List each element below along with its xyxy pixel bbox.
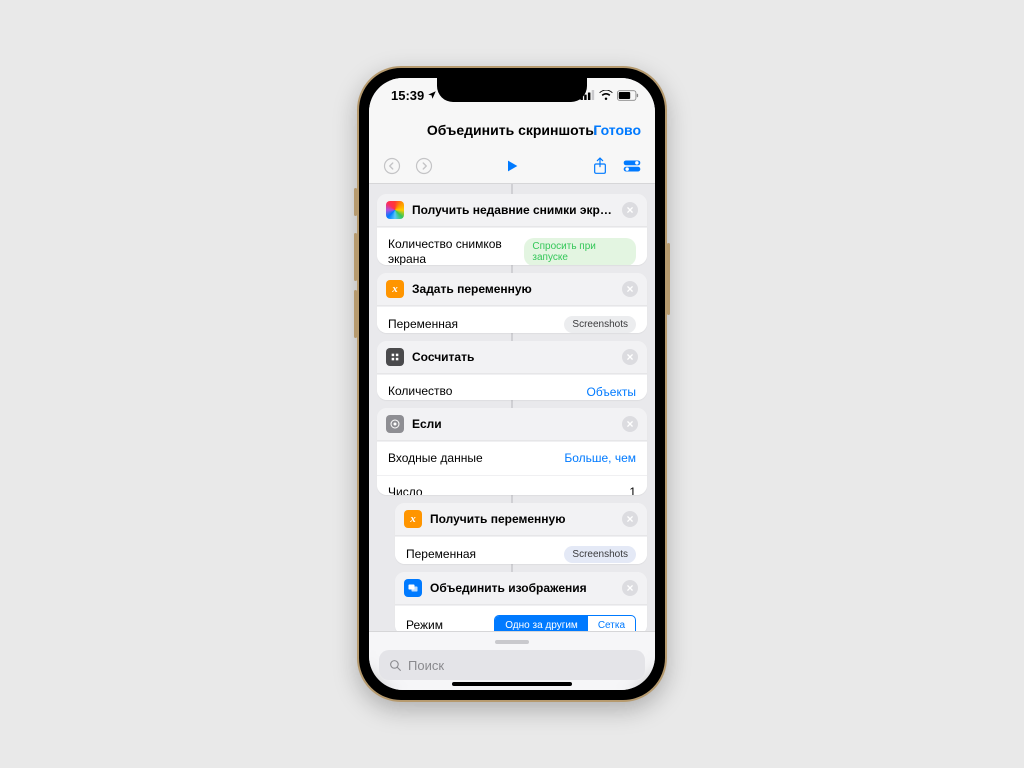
param-value[interactable]: Больше, чем xyxy=(564,451,636,465)
delete-action-button[interactable]: × xyxy=(622,281,638,297)
run-button[interactable] xyxy=(503,157,521,175)
search-field[interactable]: Поиск xyxy=(379,650,645,680)
volume-down-button xyxy=(354,290,357,338)
delete-action-button[interactable]: × xyxy=(622,349,638,365)
segment-option-sequential[interactable]: Одно за другим xyxy=(495,616,588,632)
action-set-variable[interactable]: x Задать переменную × Переменная Screens… xyxy=(377,273,647,333)
workflow-content[interactable]: Получить недавние снимки экрана × Количе… xyxy=(369,184,655,631)
status-icons xyxy=(580,90,639,101)
status-time: 15:39 xyxy=(391,88,437,103)
phone-frame: 15:39 Объединить скриншоты Готово xyxy=(357,66,667,702)
clock: 15:39 xyxy=(391,88,424,103)
search-placeholder: Поиск xyxy=(408,658,444,673)
delete-action-button[interactable]: × xyxy=(622,202,638,218)
param-value[interactable]: Объекты xyxy=(587,385,637,399)
variable-icon: x xyxy=(386,280,404,298)
delete-action-button[interactable]: × xyxy=(622,416,638,432)
action-title: Объединить изображения xyxy=(430,581,614,595)
combine-images-icon xyxy=(404,579,422,597)
action-title: Получить переменную xyxy=(430,512,614,526)
toolbar xyxy=(369,148,655,184)
home-indicator[interactable] xyxy=(452,682,572,686)
variable-value-pill[interactable]: Screenshots xyxy=(564,316,636,333)
location-icon xyxy=(427,90,437,100)
action-title: Задать переменную xyxy=(412,282,614,296)
param-label: Количество снимков экрана xyxy=(388,237,524,265)
ask-on-run-pill[interactable]: Спросить при запуске xyxy=(524,238,636,265)
undo-button[interactable] xyxy=(383,157,401,175)
share-button[interactable] xyxy=(591,157,609,175)
action-get-variable[interactable]: x Получить переменную × Переменная Scree… xyxy=(395,503,647,563)
param-label: Переменная xyxy=(406,547,476,562)
delete-action-button[interactable]: × xyxy=(622,580,638,596)
action-count[interactable]: Сосчитать × Количество Объекты xyxy=(377,341,647,399)
calculator-icon xyxy=(386,348,404,366)
power-button xyxy=(667,243,670,315)
mode-segmented-control[interactable]: Одно за другим Сетка xyxy=(494,615,636,632)
drag-handle[interactable] xyxy=(495,640,529,644)
variable-value-pill[interactable]: Screenshots xyxy=(564,546,636,563)
param-label: Режим xyxy=(406,618,443,632)
nav-bar: Объединить скриншоты Готово xyxy=(369,112,655,148)
param-label: Число xyxy=(388,485,423,496)
page-title: Объединить скриншоты xyxy=(427,122,597,138)
action-title: Если xyxy=(412,417,614,431)
gear-icon xyxy=(386,415,404,433)
param-label: Количество xyxy=(388,384,452,399)
action-combine-images[interactable]: Объединить изображения × Режим Одно за д… xyxy=(395,572,647,632)
mute-switch xyxy=(354,188,357,216)
screen: 15:39 Объединить скриншоты Готово xyxy=(369,78,655,690)
param-label: Переменная xyxy=(388,317,458,332)
notch xyxy=(437,78,587,102)
search-icon xyxy=(389,659,402,672)
param-label: Входные данные xyxy=(388,451,483,466)
settings-toggle-button[interactable] xyxy=(623,157,641,175)
action-title: Сосчитать xyxy=(412,350,614,364)
wifi-icon xyxy=(599,90,613,100)
segment-option-grid[interactable]: Сетка xyxy=(588,616,635,632)
variable-icon: x xyxy=(404,510,422,528)
delete-action-button[interactable]: × xyxy=(622,511,638,527)
action-if[interactable]: Если × Входные данные Больше, чем Число … xyxy=(377,408,647,496)
redo-button[interactable] xyxy=(415,157,433,175)
param-value[interactable]: 1 xyxy=(629,485,636,495)
volume-up-button xyxy=(354,233,357,281)
battery-icon xyxy=(617,90,639,101)
photos-icon xyxy=(386,201,404,219)
done-button[interactable]: Готово xyxy=(593,122,641,138)
action-get-recent-screenshots[interactable]: Получить недавние снимки экрана × Количе… xyxy=(377,194,647,265)
action-title: Получить недавние снимки экрана xyxy=(412,203,614,217)
